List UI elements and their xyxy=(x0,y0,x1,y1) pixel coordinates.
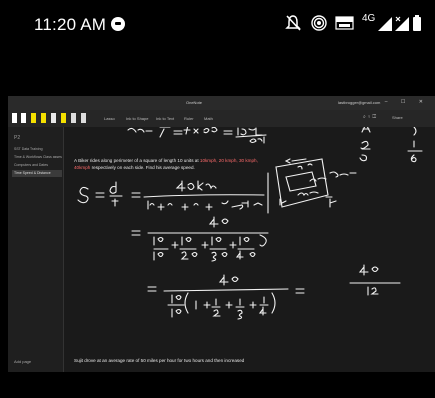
window-title: OneNote xyxy=(186,100,203,105)
highlighter-yellow-icon[interactable] xyxy=(41,113,46,123)
mute-icon xyxy=(285,15,301,31)
onenote-window: OneNote lastbrogger@gmail.com – ☐ ✕ Lass… xyxy=(8,96,435,372)
tool-icons[interactable]: ⌕ ♀ ◫ xyxy=(363,114,376,120)
page-item[interactable]: Time & Workflows Class assessment xyxy=(12,154,62,161)
draw-toolbar: Lasso Ink to Shape Ink to Text Ruler Mat… xyxy=(8,110,435,127)
pen-light-2-icon[interactable] xyxy=(81,113,86,123)
share-button[interactable]: Share xyxy=(392,115,403,120)
navigation-bar xyxy=(0,372,435,398)
window-controls[interactable]: – ☐ ✕ xyxy=(385,99,429,105)
message-notification-icon xyxy=(111,17,125,31)
battery-icon xyxy=(413,15,421,31)
title-bar: OneNote lastbrogger@gmail.com – ☐ ✕ xyxy=(8,96,435,110)
page-item-selected[interactable]: Time Speed & Distance xyxy=(12,170,62,177)
math-tool[interactable]: Math xyxy=(204,116,213,121)
page-item[interactable]: SST Data Training xyxy=(12,146,62,153)
ruler-tool[interactable]: Ruler xyxy=(184,116,194,121)
handwriting-ink xyxy=(77,127,423,320)
pen-light-icon[interactable] xyxy=(71,113,76,123)
clock: 11:20 AM xyxy=(34,15,107,34)
highlighter-yellow-2-icon[interactable] xyxy=(61,113,66,123)
ink-to-text-tool[interactable]: Ink to Text xyxy=(156,116,174,121)
page-list-pane: P2 SST Data Training Time & Workflows Cl… xyxy=(8,127,64,372)
pen-gray-icon[interactable] xyxy=(51,113,56,123)
ink-to-shape-tool[interactable]: Ink to Shape xyxy=(126,116,148,121)
eraser-icon[interactable] xyxy=(12,113,17,123)
lasso-tool[interactable]: Lasso xyxy=(104,116,115,121)
status-bar: 11:20 AM 4G xyxy=(0,0,435,52)
pen-white-icon[interactable] xyxy=(21,113,26,123)
section-header: P2 xyxy=(14,135,21,141)
pen-yellow-icon[interactable] xyxy=(31,113,36,123)
network-type: 4G xyxy=(362,13,376,24)
page-item[interactable]: Computers and Dates xyxy=(12,162,62,169)
add-page-button[interactable]: Add page xyxy=(14,359,31,364)
hotspot-icon xyxy=(311,15,327,31)
user-email: lastbrogger@gmail.com xyxy=(338,100,381,105)
signal-2-icon xyxy=(395,16,409,31)
note-canvas[interactable]: A Biker rides along perimeter of a squar… xyxy=(64,127,435,372)
volte-icon xyxy=(335,16,354,30)
signal-icon xyxy=(378,17,392,31)
